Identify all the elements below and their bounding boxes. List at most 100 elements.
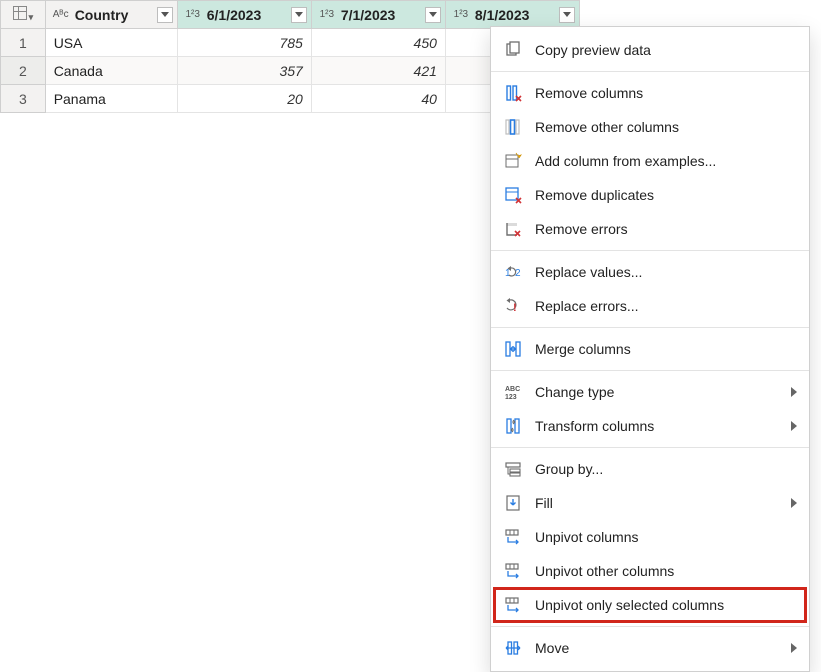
menu-separator [491,447,809,448]
menu-item-change-type[interactable]: ABC123 Change type [491,375,809,409]
replace-errors-icon: ! [503,296,523,316]
cell[interactable]: Panama [45,85,177,113]
menu-separator [491,327,809,328]
svg-text:ABC: ABC [505,386,520,393]
row-number[interactable]: 3 [1,85,46,113]
menu-item-label: Remove errors [535,221,797,237]
submenu-arrow-icon [791,387,797,397]
text-type-icon[interactable]: Aᴮᴄ [50,6,72,24]
menu-item-replace-errors[interactable]: ! Replace errors... [491,289,809,323]
menu-item-label: Remove duplicates [535,187,797,203]
header-row: ▾ AᴮᴄCountry1²36/1/20231²37/1/20231²38/1… [1,1,580,29]
remove-columns-icon [503,83,523,103]
transform-columns-icon [503,416,523,436]
chevron-down-icon [161,12,169,17]
column-filter-button[interactable] [157,7,173,23]
unpivot-other-icon [503,561,523,581]
menu-item-label: Replace values... [535,264,797,280]
row-number[interactable]: 1 [1,29,46,57]
unpivot-columns-icon [503,527,523,547]
number-type-icon[interactable]: 1²3 [316,6,338,24]
move-icon [503,638,523,658]
menu-item-remove-duplicates[interactable]: Remove duplicates [491,178,809,212]
menu-item-unpivot-columns[interactable]: Unpivot columns [491,520,809,554]
menu-item-label: Merge columns [535,341,797,357]
menu-item-label: Transform columns [535,418,779,434]
menu-item-move[interactable]: Move [491,631,809,665]
copy-preview-data-icon [503,40,523,60]
submenu-arrow-icon [791,498,797,508]
column-label: 6/1/2023 [207,7,288,23]
menu-item-fill[interactable]: Fill [491,486,809,520]
cell[interactable]: 421 [311,57,445,85]
cell[interactable]: USA [45,29,177,57]
submenu-arrow-icon [791,421,797,431]
chevron-down-icon [563,12,571,17]
column-header-6-1-2023[interactable]: 1²36/1/2023 [177,1,311,29]
group-by-icon [503,459,523,479]
menu-item-label: Add column from examples... [535,153,797,169]
menu-item-remove-columns[interactable]: Remove columns [491,76,809,110]
menu-item-label: Change type [535,384,779,400]
menu-separator [491,250,809,251]
menu-item-remove-errors[interactable]: Remove errors [491,212,809,246]
menu-item-replace-values[interactable]: 12 Replace values... [491,255,809,289]
svg-text:123: 123 [505,394,517,401]
remove-duplicates-icon [503,185,523,205]
table-icon [13,6,27,20]
number-type-icon[interactable]: 1²3 [450,6,472,24]
merge-columns-icon [503,339,523,359]
cell[interactable]: 357 [177,57,311,85]
menu-item-remove-other-columns[interactable]: Remove other columns [491,110,809,144]
menu-item-label: Remove columns [535,85,797,101]
cell[interactable]: Canada [45,57,177,85]
column-header-7-1-2023[interactable]: 1²37/1/2023 [311,1,445,29]
menu-item-label: Unpivot only selected columns [535,597,797,613]
menu-item-label: Copy preview data [535,42,797,58]
menu-item-unpivot-only-selected[interactable]: Unpivot only selected columns [494,588,806,622]
remove-errors-icon [503,219,523,239]
menu-item-label: Remove other columns [535,119,797,135]
column-header-Country[interactable]: AᴮᴄCountry [45,1,177,29]
add-col-examples-icon [503,151,523,171]
svg-text:2: 2 [515,268,521,279]
menu-item-transform-columns[interactable]: Transform columns [491,409,809,443]
menu-item-label: Move [535,640,779,656]
menu-item-group-by[interactable]: Group by... [491,452,809,486]
menu-item-merge-columns[interactable]: Merge columns [491,332,809,366]
column-header-8-1-2023[interactable]: 1²38/1/2023 [445,1,579,29]
change-type-icon: ABC123 [503,382,523,402]
cell[interactable]: 785 [177,29,311,57]
number-type-icon[interactable]: 1²3 [182,6,204,24]
cell[interactable]: 40 [311,85,445,113]
menu-item-label: Unpivot other columns [535,563,797,579]
row-number[interactable]: 2 [1,57,46,85]
menu-item-copy-preview-data[interactable]: Copy preview data [491,33,809,67]
chevron-down-icon [295,12,303,17]
menu-item-label: Unpivot columns [535,529,797,545]
menu-item-label: Replace errors... [535,298,797,314]
chevron-down-icon [429,12,437,17]
cell[interactable]: 20 [177,85,311,113]
submenu-arrow-icon [791,643,797,653]
menu-item-label: Group by... [535,461,797,477]
column-label: 7/1/2023 [341,7,422,23]
column-context-menu: Copy preview data Remove columns Remove ot… [490,26,810,672]
menu-separator [491,626,809,627]
chevron-down-icon: ▾ [29,12,34,22]
column-filter-button[interactable] [425,7,441,23]
menu-item-add-col-examples[interactable]: Add column from examples... [491,144,809,178]
menu-separator [491,370,809,371]
column-label: 8/1/2023 [475,7,556,23]
select-all-corner[interactable]: ▾ [1,1,46,29]
menu-item-label: Fill [535,495,779,511]
column-filter-button[interactable] [559,7,575,23]
cell[interactable]: 450 [311,29,445,57]
menu-item-unpivot-other[interactable]: Unpivot other columns [491,554,809,588]
unpivot-only-selected-icon [503,595,523,615]
svg-text:!: ! [513,302,517,314]
column-filter-button[interactable] [291,7,307,23]
fill-icon [503,493,523,513]
replace-values-icon: 12 [503,262,523,282]
menu-separator [491,71,809,72]
